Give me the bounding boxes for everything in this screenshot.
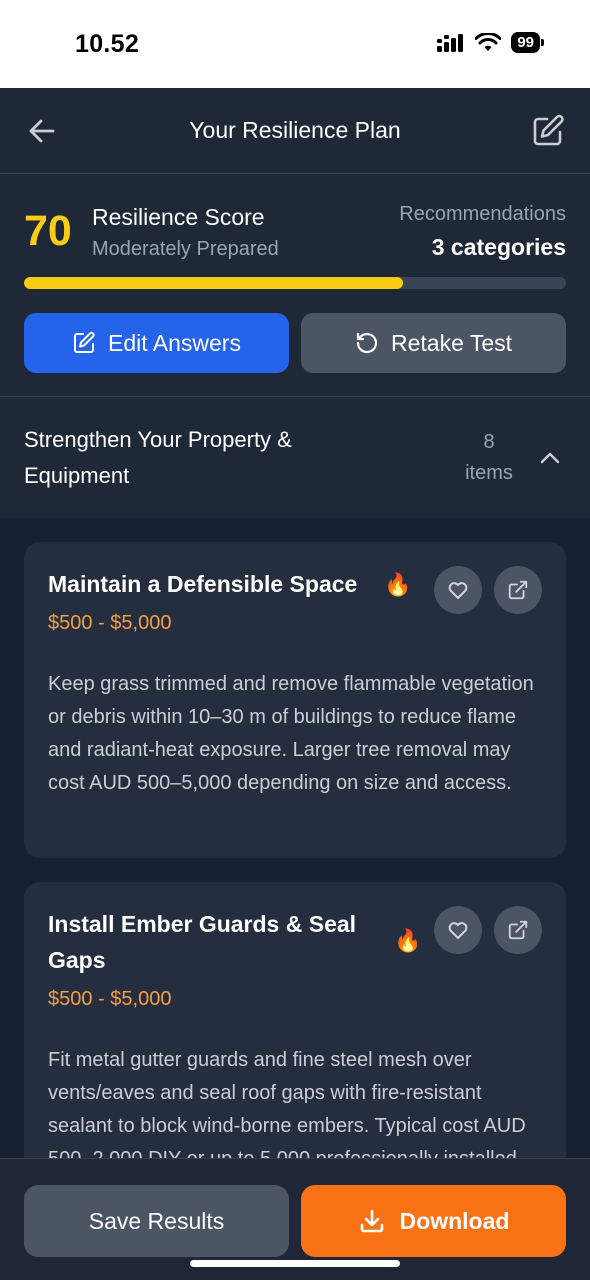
recommendation-card: Maintain a Defensible Space 🔥 $500 - $5,… [24, 542, 566, 858]
download-label: Download [399, 1207, 510, 1234]
category-title: Strengthen Your Property & Equipment [24, 427, 292, 488]
card-title: Maintain a Defensible Space [48, 571, 358, 597]
card-price: $500 - $5,000 [48, 612, 172, 634]
edit-answers-label: Edit Answers [108, 329, 241, 356]
resilience-score-value: 70 [24, 207, 72, 255]
edit-answers-button[interactable]: Edit Answers [24, 313, 289, 373]
retake-test-label: Retake Test [390, 329, 513, 356]
chevron-up-icon[interactable] [538, 446, 562, 470]
page-title: Your Resilience Plan [189, 117, 401, 143]
fire-icon: 🔥 [394, 928, 422, 953]
card-title: Install Ember Guards & Seal Gaps [48, 911, 357, 973]
card-description: Keep grass trimmed and remove flammable … [48, 673, 534, 794]
card-description: Fit metal gutter guards and fine steel m… [48, 1049, 526, 1158]
score-progress-fill [24, 277, 404, 289]
save-results-label: Save Results [88, 1207, 225, 1234]
category-item-count: 8 items [455, 427, 523, 489]
app-header: Your Resilience Plan [0, 88, 590, 174]
home-indicator [190, 1260, 400, 1267]
fire-icon: 🔥 [384, 572, 412, 597]
heart-icon [448, 582, 468, 599]
edit-plan-button[interactable] [530, 113, 566, 149]
open-link-button[interactable] [494, 566, 542, 614]
download-button[interactable]: Download [301, 1185, 566, 1257]
status-icons: 99 [437, 32, 544, 53]
item-count-number: 8 [483, 431, 495, 453]
favorite-button[interactable] [434, 906, 482, 954]
heart-icon [448, 922, 468, 939]
recommendation-list[interactable]: Maintain a Defensible Space 🔥 $500 - $5,… [0, 518, 590, 1158]
preparedness-level: Moderately Prepared [92, 238, 279, 260]
recommendation-card: Install Ember Guards & Seal Gaps 🔥 $500 … [24, 882, 566, 1158]
resilience-score-label: Resilience Score [92, 204, 265, 230]
favorite-button[interactable] [434, 566, 482, 614]
rotate-ccw-icon [356, 332, 378, 354]
battery-indicator: 99 [511, 32, 544, 53]
open-link-button[interactable] [494, 906, 542, 954]
edit-icon [74, 331, 95, 353]
category-header[interactable]: Strengthen Your Property & Equipment 8 i… [0, 398, 590, 518]
save-results-button[interactable]: Save Results [24, 1185, 289, 1257]
recommendations-count: 3 categories [431, 234, 566, 260]
score-section: 70 Resilience Score Moderately Prepared … [0, 175, 590, 397]
status-time: 10.52 [75, 30, 140, 58]
download-icon [360, 1209, 383, 1233]
edit-icon [533, 114, 564, 146]
signal-icon [437, 33, 464, 52]
card-price: $500 - $5,000 [48, 988, 172, 1010]
wifi-icon [475, 32, 502, 51]
item-count-unit: items [465, 462, 513, 484]
score-progress-bar [24, 277, 566, 289]
status-bar: 10.52 99 [0, 0, 590, 88]
external-link-icon [508, 920, 528, 940]
external-link-icon [508, 580, 528, 600]
retake-test-button[interactable]: Retake Test [301, 313, 566, 373]
recommendations-label: Recommendations [399, 203, 566, 225]
